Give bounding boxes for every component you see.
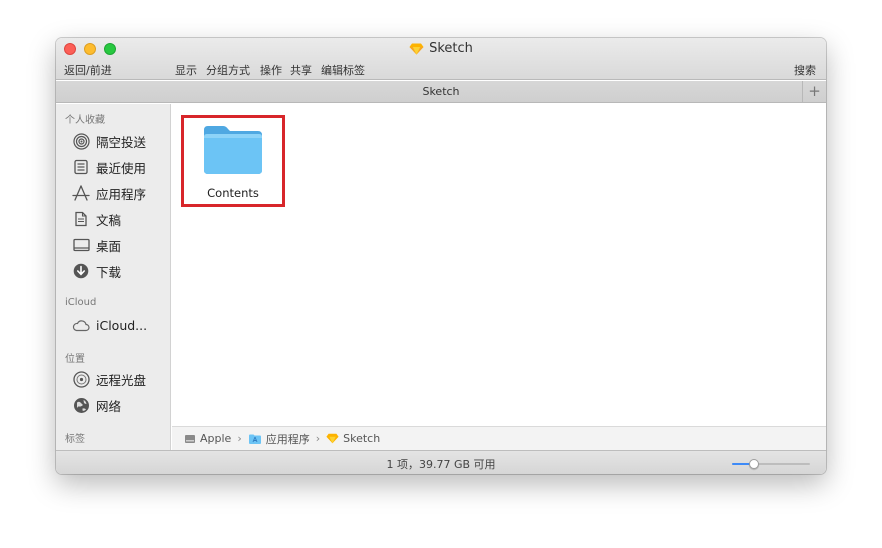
cloud-icon (72, 316, 90, 334)
network-globe-icon (72, 396, 90, 414)
hard-drive-icon (185, 434, 195, 443)
icloud-header: iCloud (65, 297, 97, 308)
status-bar: 1 项，39.77 GB 可用 (56, 450, 826, 474)
share-button[interactable]: 共享 (290, 62, 312, 78)
favorites-header: 个人收藏 (65, 115, 105, 126)
sketch-diamond-icon (409, 43, 424, 54)
sidebar-item-desktop[interactable]: 桌面 (72, 235, 121, 255)
folder-label: Contents (207, 186, 259, 200)
remote-disc-icon (72, 370, 90, 388)
locations-header: 位置 (65, 354, 85, 365)
window-title-text: Sketch (429, 41, 473, 56)
sidebar-item-applications[interactable]: 应用程序 (72, 183, 146, 203)
tags-header: 标签 (65, 434, 85, 445)
path-separator: › (237, 432, 242, 445)
path-bar: Apple › 应用程序 › Sketch (172, 426, 826, 450)
sidebar-item-label: 桌面 (96, 238, 122, 254)
sidebar-item-downloads[interactable]: 下载 (72, 261, 121, 281)
sidebar-item-remote-disc[interactable]: 远程光盘 (72, 369, 146, 389)
sidebar-item-label: 文稿 (96, 212, 122, 228)
tab-sketch[interactable]: Sketch (56, 85, 826, 98)
new-tab-button[interactable]: + (802, 81, 826, 103)
recents-icon (72, 158, 90, 176)
sidebar-item-label: 下载 (96, 264, 122, 280)
sidebar-item-label: 最近使用 (96, 160, 147, 176)
sidebar: 个人收藏 隔空投送 最近使用 应用程序 文稿 桌面 下载 iCloud iClo… (56, 104, 171, 450)
search-button[interactable]: 搜索 (794, 62, 816, 78)
path-separator: › (315, 432, 321, 445)
path-segment-applications[interactable]: 应用程序 (248, 431, 310, 447)
folder-icon (204, 126, 262, 174)
sidebar-item-airdrop[interactable]: 隔空投送 (72, 131, 146, 151)
desktop-icon (72, 236, 90, 254)
sidebar-item-icloud-drive[interactable]: iCloud... (72, 315, 147, 335)
sketch-diamond-icon (326, 433, 339, 444)
view-button[interactable]: 显示 (175, 62, 197, 78)
sidebar-item-label: 隔空投送 (96, 134, 147, 150)
status-text: 1 项，39.77 GB 可用 (386, 458, 496, 471)
slider-thumb[interactable] (749, 459, 759, 469)
path-segment-label: Sketch (343, 432, 381, 445)
tab-bar: Sketch + (56, 81, 826, 103)
sidebar-item-label: 网络 (96, 398, 122, 414)
file-browser-content: Contents (172, 104, 826, 426)
window-title: Sketch (56, 41, 826, 56)
sidebar-item-network[interactable]: 网络 (72, 395, 121, 415)
group-by-button[interactable]: 分组方式 (206, 62, 250, 78)
edit-tags-button[interactable]: 编辑标签 (321, 62, 365, 78)
sidebar-item-recents[interactable]: 最近使用 (72, 157, 146, 177)
sidebar-item-documents[interactable]: 文稿 (72, 209, 121, 229)
finder-window: Sketch 返回/前进 显示 分组方式 操作 共享 编辑标签 搜索 Sketc… (56, 38, 826, 474)
folder-item-contents[interactable]: Contents (181, 115, 285, 207)
documents-icon (72, 210, 90, 228)
applications-folder-icon (248, 434, 261, 444)
path-segment-apple[interactable]: Apple (184, 432, 231, 445)
sidebar-item-label: 远程光盘 (96, 372, 147, 388)
path-segment-label: Apple (200, 432, 232, 445)
applications-icon (72, 184, 90, 202)
action-button[interactable]: 操作 (260, 62, 282, 78)
sidebar-item-label: 应用程序 (96, 186, 147, 202)
airdrop-icon (72, 132, 90, 150)
icon-size-slider[interactable] (732, 459, 810, 469)
title-bar: Sketch 返回/前进 显示 分组方式 操作 共享 编辑标签 搜索 (56, 38, 826, 80)
back-forward-button[interactable]: 返回/前进 (64, 62, 112, 78)
path-segment-sketch[interactable]: Sketch (326, 432, 380, 445)
path-segment-label: 应用程序 (265, 432, 310, 446)
sidebar-item-label: iCloud... (96, 317, 148, 333)
downloads-icon (72, 262, 90, 280)
